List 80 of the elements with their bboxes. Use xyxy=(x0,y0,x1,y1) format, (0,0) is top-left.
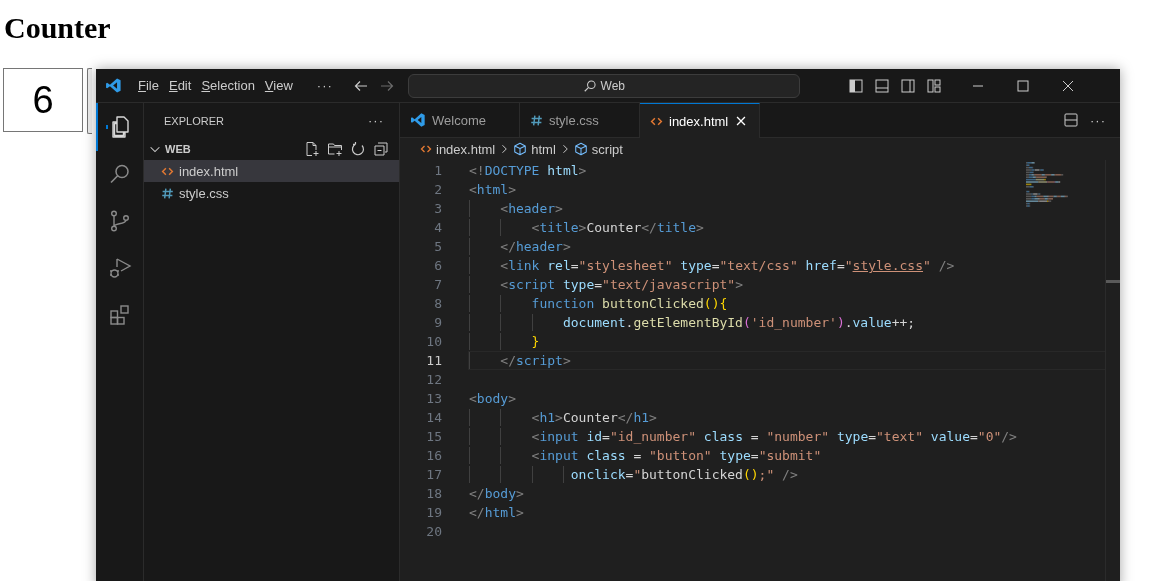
number-field[interactable]: 6 xyxy=(3,68,83,132)
code-line: <!DOCTYPE html> xyxy=(469,162,587,179)
menu-item[interactable]: Selection xyxy=(201,76,255,95)
line-number: 20 xyxy=(425,524,442,539)
editor-logo-icon xyxy=(410,112,426,128)
code-line: <link rel="stylesheet" type="text/css" href="style.css" /> xyxy=(499,257,955,274)
line-number: 3 xyxy=(433,201,442,216)
line-number: 11 xyxy=(425,353,442,368)
files-icon[interactable] xyxy=(107,115,132,139)
hash-icon xyxy=(161,186,174,200)
code-line: <script type="text/javascript"> xyxy=(499,276,743,293)
line-number: 8 xyxy=(433,296,442,311)
explorer-item[interactable]: style.css xyxy=(144,182,399,204)
more-actions-button[interactable]: ··· xyxy=(368,113,384,128)
breadcrumb-item[interactable]: script xyxy=(573,141,623,157)
code-line: </header> xyxy=(499,238,571,255)
line-number: 4 xyxy=(433,220,442,235)
sidebar-layout-icon[interactable] xyxy=(847,77,864,94)
line-number: 15 xyxy=(425,429,442,444)
line-number: 19 xyxy=(425,505,442,520)
code-line: <input id="id_number" class = "number" type="text" value="0"/> xyxy=(530,428,1017,445)
line-number: 9 xyxy=(433,315,442,330)
run-debug-icon[interactable] xyxy=(107,256,132,280)
search-field[interactable]: Web xyxy=(407,73,800,98)
line-number: 2 xyxy=(433,182,442,197)
more-menu-button[interactable]: ··· xyxy=(316,76,333,95)
code-line: onclick="buttonClicked();" /> xyxy=(569,466,798,483)
breadcrumb-item[interactable]: html xyxy=(513,141,556,157)
editor-logo-icon xyxy=(105,77,122,94)
editor-tab[interactable]: index.html xyxy=(640,103,760,138)
search-icon xyxy=(582,78,597,93)
code-line: </body> xyxy=(469,485,524,502)
line-number: 14 xyxy=(425,410,442,425)
code-line: document.getElementById('id_number').value++; xyxy=(561,314,916,331)
scrollbar-thumb[interactable] xyxy=(1106,280,1120,283)
line-number: 17 xyxy=(425,467,442,482)
line-number: 5 xyxy=(433,239,442,254)
editor-tab[interactable]: Welcome xyxy=(400,103,520,137)
explorer-title: EXPLORER xyxy=(164,114,224,127)
line-number: 16 xyxy=(425,448,442,463)
menu-item[interactable]: View xyxy=(264,76,293,95)
extensions-icon[interactable] xyxy=(107,303,132,327)
collapse-all-icon[interactable] xyxy=(373,141,389,157)
split-layout-icon[interactable] xyxy=(899,77,916,94)
line-number: 10 xyxy=(425,334,442,349)
code-line: </script> xyxy=(499,352,571,369)
line-number: 6 xyxy=(433,258,442,273)
maximize-icon[interactable] xyxy=(1014,77,1031,94)
breadcrumb-item[interactable]: index.html xyxy=(420,141,496,157)
code-line: <html> xyxy=(469,181,516,198)
line-number: 7 xyxy=(433,277,442,292)
code-line: <title>Counter</title> xyxy=(530,219,704,236)
new-file-icon[interactable] xyxy=(304,141,320,157)
code-line: <header> xyxy=(499,200,563,217)
line-number: 1 xyxy=(433,163,442,178)
code-line: </html> xyxy=(469,504,524,521)
line-number: 13 xyxy=(425,391,442,406)
hash-icon xyxy=(530,113,543,127)
folder-name[interactable]: WEB xyxy=(165,143,191,155)
menu-item[interactable]: Edit xyxy=(168,76,192,95)
refresh-icon[interactable] xyxy=(350,141,366,157)
code-line: <h1>Counter</h1> xyxy=(530,409,657,426)
menu-item[interactable]: File xyxy=(138,76,159,95)
code-line: function buttonClicked(){ xyxy=(530,295,728,312)
line-number: 12 xyxy=(425,372,442,387)
code-line: <body> xyxy=(469,390,516,407)
page-heading: Counter xyxy=(3,10,112,46)
more-actions-button[interactable]: ··· xyxy=(1090,112,1106,128)
code-brackets-icon xyxy=(420,143,432,155)
code-line: <input class = "button" type="submit" xyxy=(530,447,822,464)
line-number: 18 xyxy=(425,486,442,501)
split-editor-icon[interactable] xyxy=(1063,112,1079,128)
submit-button[interactable] xyxy=(87,68,92,134)
explorer-item[interactable]: index.html xyxy=(144,160,399,182)
cube-icon xyxy=(573,142,588,156)
new-folder-icon[interactable] xyxy=(327,141,343,157)
code-line: } xyxy=(530,333,540,350)
custom-layout-icon[interactable] xyxy=(925,77,942,94)
panel-layout-icon[interactable] xyxy=(873,77,890,94)
cube-icon xyxy=(513,142,528,156)
